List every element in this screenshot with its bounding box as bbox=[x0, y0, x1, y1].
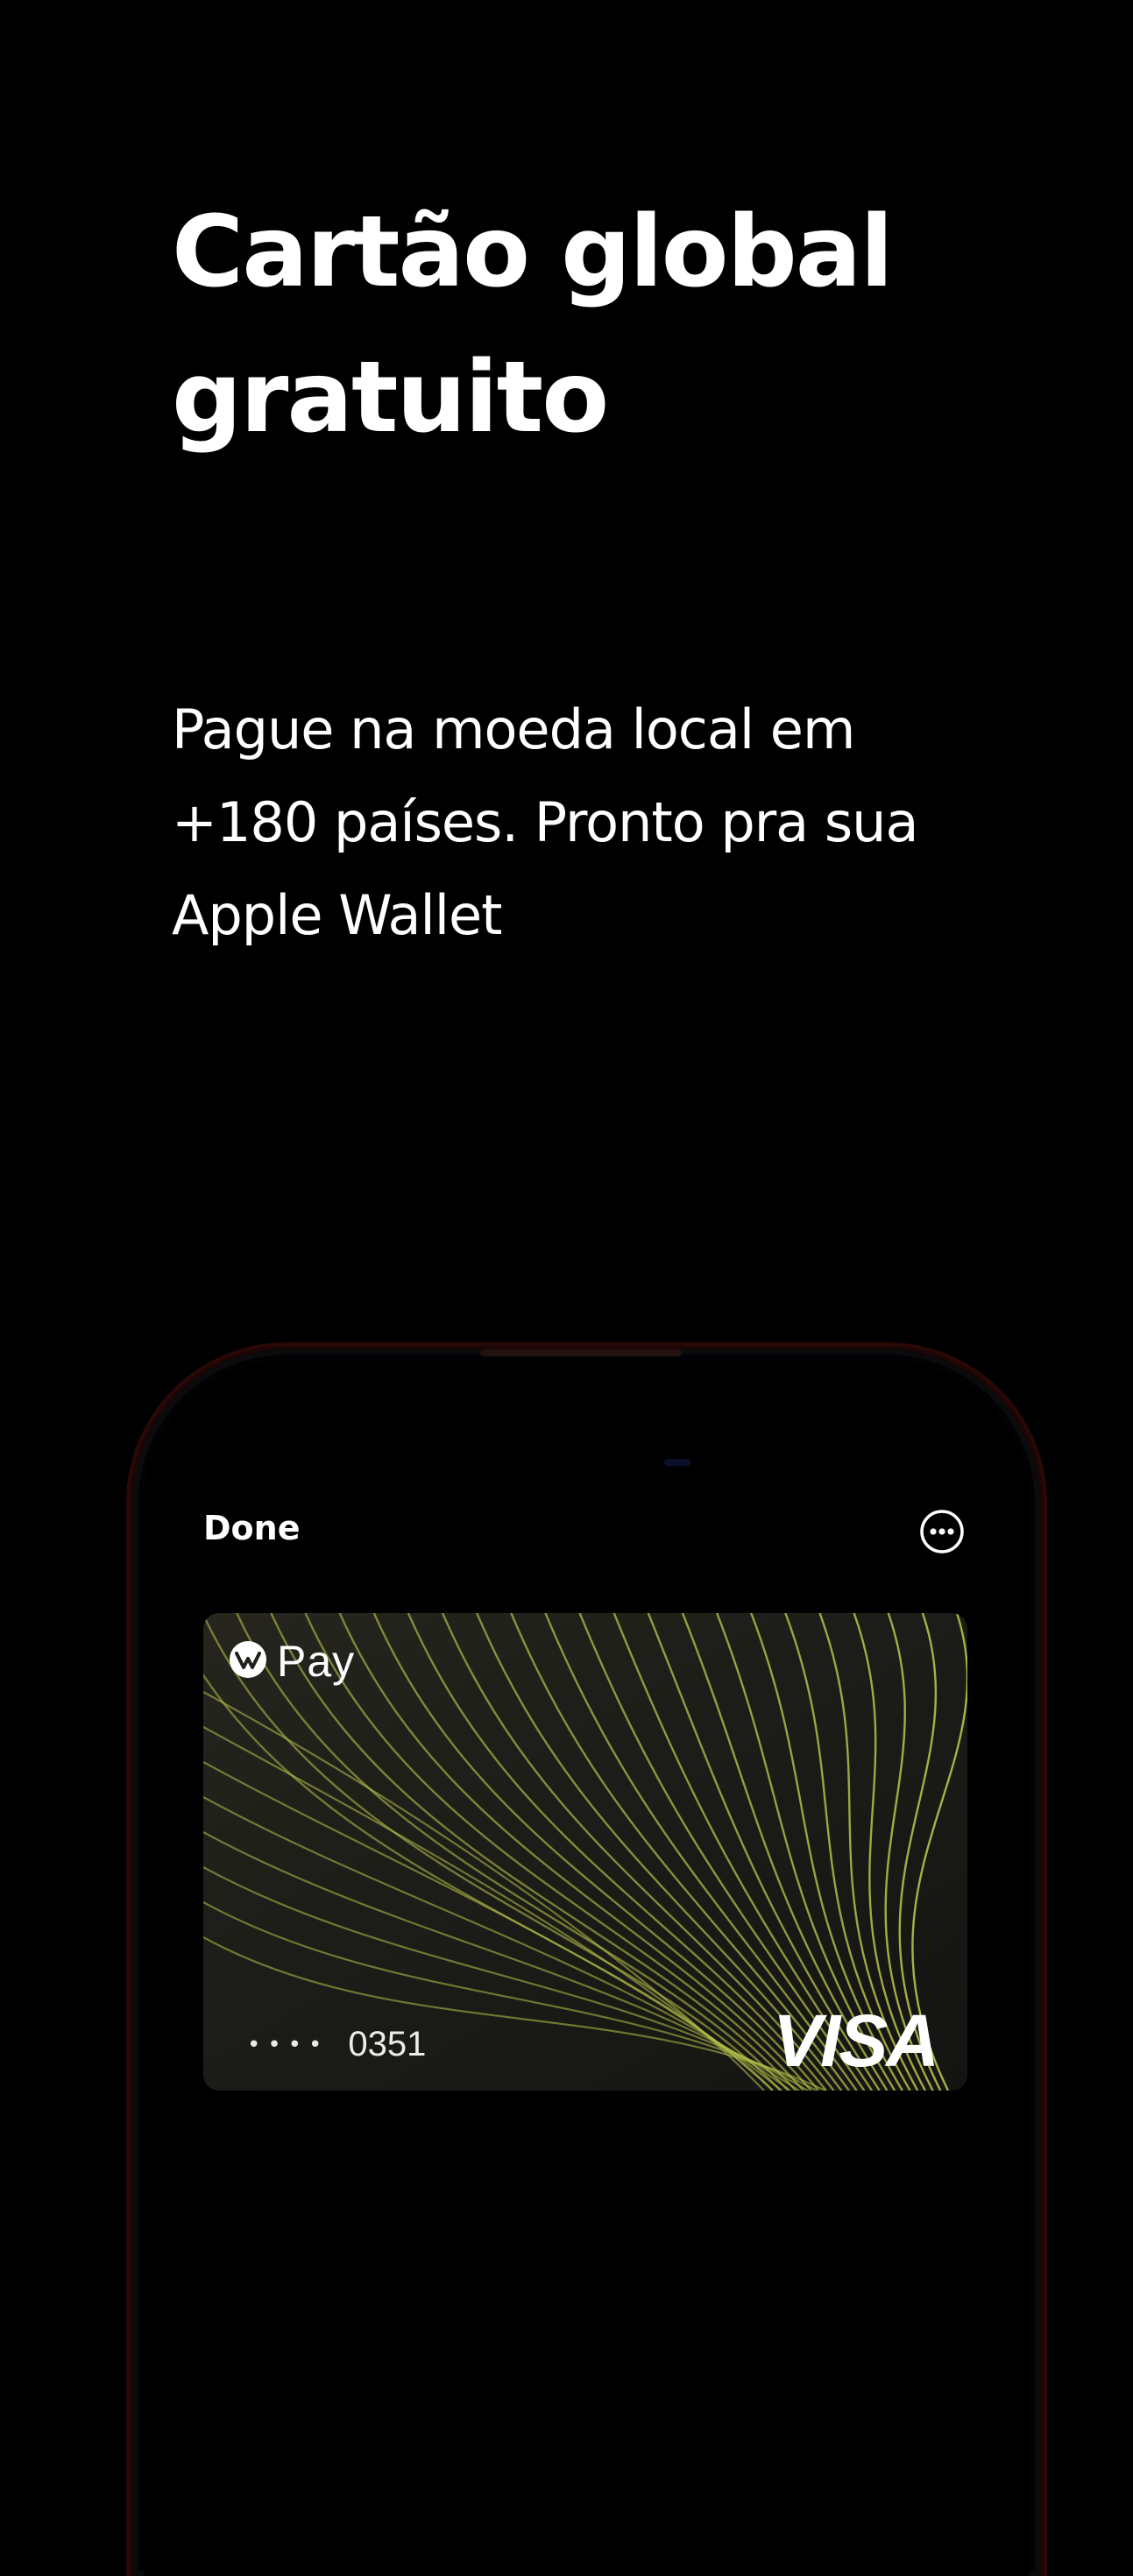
card-number: •••• 0351 bbox=[247, 2025, 426, 2064]
card-wave-line bbox=[407, 1613, 827, 2091]
subtitle-line-2: +180 países. Pronto pra sua bbox=[172, 790, 918, 854]
subtitle-line-3: Apple Wallet bbox=[172, 883, 502, 947]
ellipsis-circle-icon[interactable] bbox=[919, 1509, 965, 1554]
visa-logo: VISA bbox=[773, 1999, 939, 2082]
headline-line-2: gratuito bbox=[172, 341, 609, 455]
done-button[interactable]: Done bbox=[203, 1509, 300, 1547]
card-brand: Pay bbox=[228, 1636, 355, 1687]
subtitle-line-1: Pague na moeda local em bbox=[172, 697, 855, 761]
phone-side-button bbox=[126, 1893, 133, 2024]
wallet-card[interactable]: Pay •••• 0351 VISA bbox=[203, 1613, 967, 2091]
phone-side-button bbox=[126, 2077, 133, 2208]
card-brand-label: Pay bbox=[277, 1637, 356, 1686]
card-last-four: 0351 bbox=[348, 2025, 427, 2063]
phone-speaker bbox=[480, 1349, 682, 1356]
phone-side-button bbox=[126, 1744, 133, 1822]
card-masked-dots: •••• bbox=[247, 2031, 329, 2058]
phone-side-button bbox=[1039, 1858, 1046, 2068]
phone-camera bbox=[664, 1459, 690, 1466]
wise-logo-icon bbox=[228, 1639, 268, 1683]
subtitle: Pague na moeda local em +180 países. Pro… bbox=[172, 683, 1066, 962]
headline-line-1: Cartão global bbox=[172, 195, 894, 309]
card-wave-line bbox=[372, 1613, 820, 2091]
headline: Cartão global gratuito bbox=[172, 180, 1048, 471]
